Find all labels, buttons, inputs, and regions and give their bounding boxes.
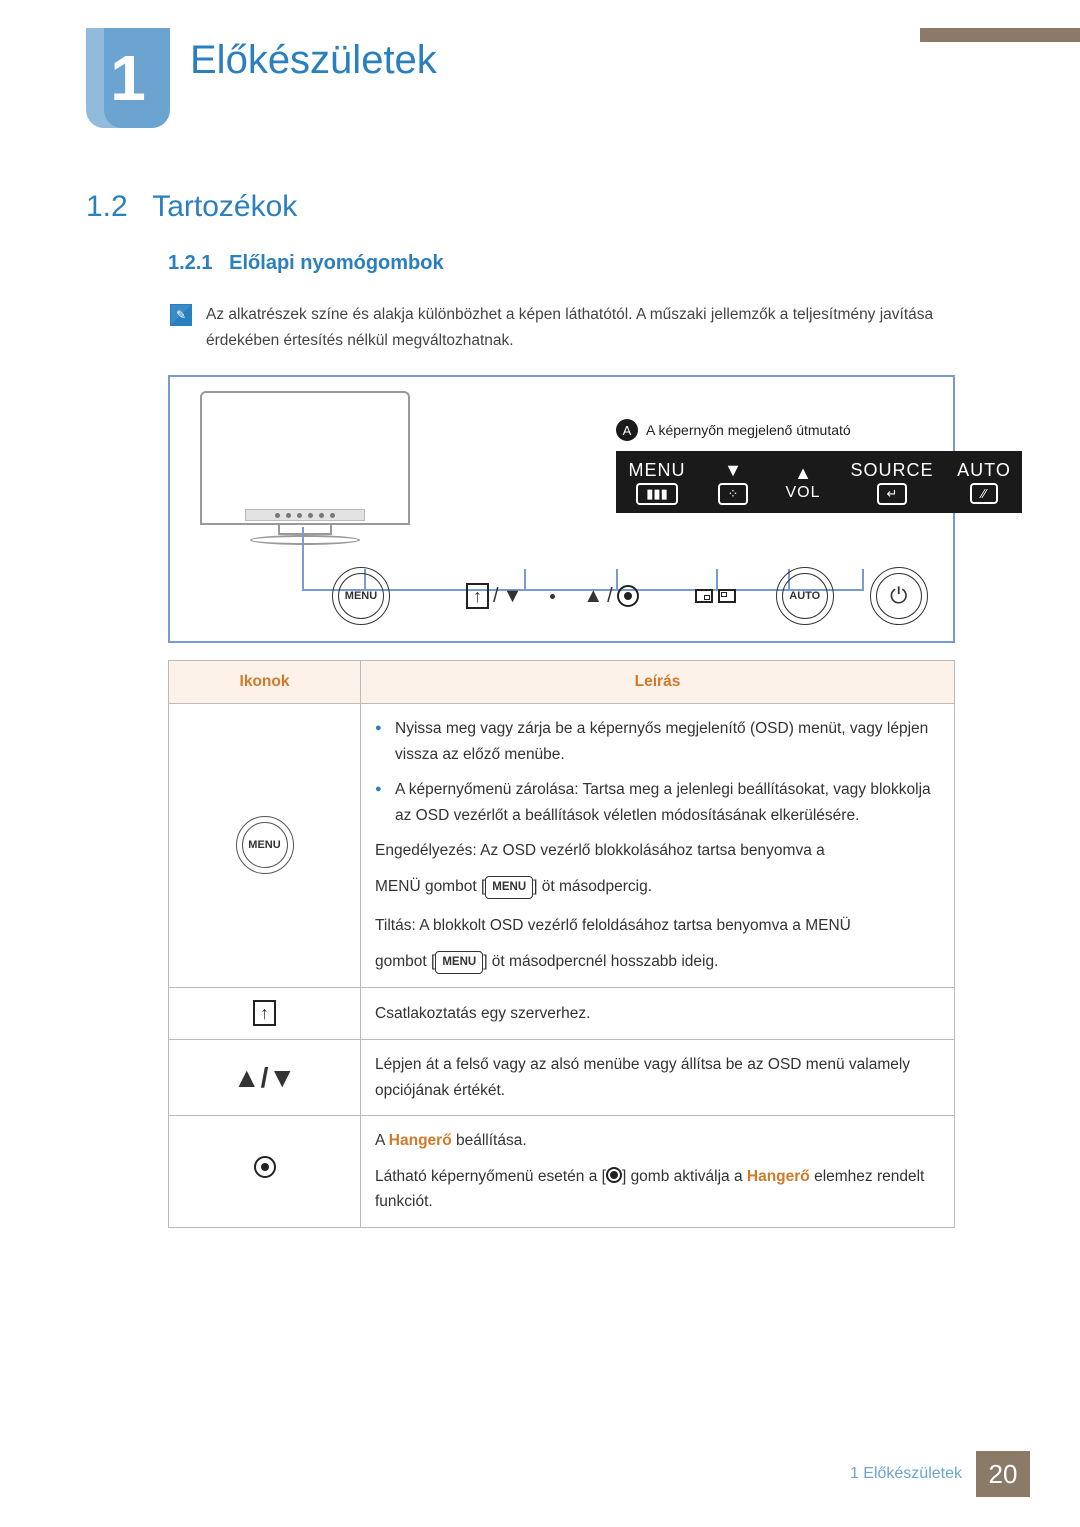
icons-description-table: Ikonok Leírás MENU ●Nyissa meg vagy zárj… — [168, 660, 955, 1228]
legend-a-badge: A — [616, 419, 638, 441]
menu-desc-bullet1: Nyissa meg vagy zárja be a képernyős meg… — [395, 720, 928, 763]
section-number: 1.2 — [86, 190, 128, 223]
upload-icon: ↑ — [253, 1000, 276, 1026]
osd-down-sub-icon: ⁘ — [718, 483, 749, 505]
table-row: ▲/▼ Lépjen át a felső vagy az alsó menüb… — [169, 1040, 955, 1116]
menu-button-icon: MENU — [236, 816, 294, 874]
menu-desc-enable-2b: ] öt másodpercig. — [533, 878, 652, 895]
menu-desc-disable-2b: ] öt másodpercnél hosszabb ideig. — [483, 953, 718, 970]
upload-desc: Csatlakoztatás egy szerverhez. — [361, 987, 955, 1040]
table-header-icons: Ikonok — [169, 661, 361, 704]
volume-word-1: Hangerő — [389, 1132, 452, 1149]
volume-word-2: Hangerő — [747, 1168, 810, 1185]
table-row: A Hangerő beállítása. Látható képernyőme… — [169, 1116, 955, 1228]
up-down-icon: ▲/▼ — [233, 1062, 296, 1093]
footer-page-number: 20 — [976, 1451, 1030, 1497]
monitor-illustration — [200, 391, 410, 555]
page-footer: 1 Előkészületek 20 — [850, 1451, 1030, 1497]
subsection-title: Előlapi nyomógombok — [229, 252, 443, 274]
osd-enter-icon: ↵ — [877, 483, 908, 505]
osd-down-icon: ▼ — [698, 460, 768, 481]
chapter-title: Előkészületek — [190, 38, 437, 83]
osd-menu-icon: ▮▮▮ — [636, 483, 677, 505]
osd-vol-label: VOL — [768, 484, 838, 502]
note-icon — [170, 304, 192, 326]
menu-desc-enable-2a: MENÜ gombot [ — [375, 878, 485, 895]
front-panel-diagram: A A képernyőn megjelenő útmutató MENU ▮▮… — [168, 375, 955, 643]
osd-guide-bar: MENU ▮▮▮ ▼ ⁘ ▲ VOL SOURCE ↵ AUTO ⁄⁄ — [616, 451, 1022, 513]
menu-desc-bullet2: A képernyőmenü zárolása: Tartsa meg a je… — [395, 781, 931, 824]
osd-auto-label: AUTO — [946, 460, 1022, 481]
pip-button-group[interactable] — [695, 586, 736, 607]
menu-inline-badge-2: MENU — [435, 951, 483, 974]
footer-chapter-label: 1 Előkészületek — [850, 1465, 962, 1483]
chapter-number-tab: 1 — [86, 28, 170, 128]
legend-a-text: A képernyőn megjelenő útmutató — [646, 422, 851, 438]
osd-menu-label: MENU — [616, 460, 698, 481]
target-icon — [254, 1156, 276, 1178]
target-icon-inline — [606, 1167, 622, 1183]
upload-down-button-group[interactable]: ↑/▼ — [466, 583, 522, 609]
auto-button[interactable]: AUTO — [776, 567, 834, 625]
menu-inline-badge: MENU — [485, 876, 533, 899]
power-button[interactable]: ⏻ — [870, 567, 928, 625]
subsection-number: 1.2.1 — [168, 252, 212, 274]
osd-auto-icon: ⁄⁄ — [970, 483, 998, 504]
legend-a: A A képernyőn megjelenő útmutató — [616, 419, 851, 441]
subsection-heading: 1.2.1 Előlapi nyomógombok — [168, 252, 444, 275]
table-header-desc: Leírás — [361, 661, 955, 704]
header-accent-bar — [920, 28, 1080, 42]
section-title: Tartozékok — [152, 190, 297, 223]
note-text: Az alkatrészek színe és alakja különbözh… — [206, 302, 986, 353]
table-row: ↑ Csatlakoztatás egy szerverhez. — [169, 987, 955, 1040]
table-row: MENU ●Nyissa meg vagy zárja be a képerny… — [169, 704, 955, 988]
osd-source-label: SOURCE — [838, 460, 946, 481]
menu-desc-disable-1: Tiltás: A blokkolt OSD vezérlő feloldásá… — [375, 913, 940, 939]
menu-desc-disable-2a: gombot [ — [375, 953, 435, 970]
menu-desc-enable-1: Engedélyezés: Az OSD vezérlő blokkolásáh… — [375, 838, 940, 864]
button-row: MENU ↑/▼ ▲/ AUTO ⏻ — [184, 567, 940, 625]
chapter-number: 1 — [110, 41, 146, 115]
section-heading: 1.2 Tartozékok — [86, 190, 297, 224]
up-target-button-group[interactable]: ▲/ — [583, 585, 638, 608]
updown-desc: Lépjen át a felső vagy az alsó menübe va… — [361, 1040, 955, 1116]
osd-up-icon: ▲ — [768, 463, 838, 484]
menu-button[interactable]: MENU — [332, 567, 390, 625]
